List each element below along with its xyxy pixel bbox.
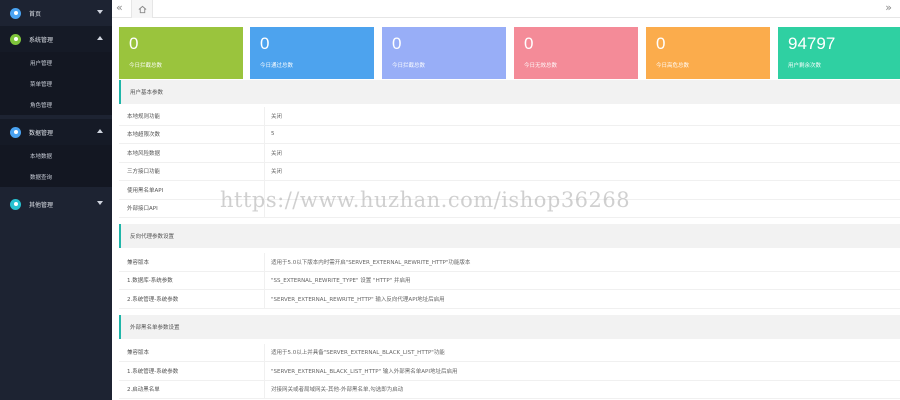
stat-value: 0 bbox=[392, 34, 402, 53]
table-row: 1.数据库-系统参数 "SS_EXTERNAL_REWRITE_TYPE" 设置… bbox=[119, 271, 900, 290]
sidebar-item-menus[interactable]: 菜单管理 bbox=[0, 73, 112, 94]
chevron-up-icon bbox=[97, 36, 103, 40]
sidebar-item-label: 首页 bbox=[29, 10, 42, 18]
tab-scroll-left-button[interactable]: « bbox=[116, 2, 123, 14]
stat-value: 0 bbox=[656, 34, 666, 53]
grid-icon bbox=[10, 198, 21, 210]
stat-card: 0 今日高危总数 bbox=[646, 27, 770, 79]
row-key: 2.系统管理-系统参数 bbox=[127, 296, 179, 303]
stat-cards: 0 今日拦截总数 0 今日通过总数 0 今日拦截总数 0 今日无效总数 0 今日… bbox=[119, 27, 900, 79]
row-key: 兼容版本 bbox=[127, 350, 150, 357]
row-value: "SERVER_EXTERNAL_BLACK_LIST_HTTP" 输入外部黑名… bbox=[264, 362, 900, 380]
home-icon bbox=[138, 5, 146, 13]
row-value: 关闭 bbox=[264, 144, 900, 162]
row-key: 本地规则功能 bbox=[127, 113, 161, 120]
table-row: 兼容版本 适用于5.0以下版本内时需开启"SERVER_EXTERNAL_REW… bbox=[119, 253, 900, 272]
row-key: 2.启动黑名单 bbox=[127, 387, 160, 394]
row-key: 1.数据库-系统参数 bbox=[127, 278, 173, 285]
stat-value: 94797 bbox=[788, 34, 836, 53]
database-icon bbox=[10, 126, 21, 138]
sidebar-item-local-data[interactable]: 本地数据 bbox=[0, 145, 112, 166]
row-key: 三方接口功能 bbox=[127, 169, 161, 176]
row-value: 适用于5.0以上并具备"SERVER_EXTERNAL_BLACK_LIST_H… bbox=[264, 343, 900, 361]
stat-caption: 今日通过总数 bbox=[260, 63, 294, 69]
sidebar-item-data-query[interactable]: 数据查询 bbox=[0, 166, 112, 187]
tab-scroll-right-button[interactable]: » bbox=[885, 2, 892, 14]
table-row: 本地规则功能 关闭 bbox=[119, 107, 900, 126]
sidebar-item-home[interactable]: 首页 bbox=[0, 0, 112, 26]
tab-bar: « » bbox=[112, 0, 900, 18]
row-value: 关闭 bbox=[264, 162, 900, 180]
section-title: 用户基本参数 bbox=[119, 80, 900, 104]
section-title: 反向代理参数设置 bbox=[119, 224, 900, 248]
watermark: https://www.huzhan.com/ishop36268 bbox=[220, 188, 631, 212]
home-icon bbox=[10, 7, 21, 19]
stat-caption: 今日拦截总数 bbox=[129, 63, 163, 69]
stat-caption: 今日拦截总数 bbox=[392, 63, 426, 69]
settings-icon bbox=[10, 33, 21, 45]
stat-card: 0 今日拦截总数 bbox=[119, 27, 243, 79]
row-value: "SERVER_EXTERNAL_REWRITE_HTTP" 输入反向代理API… bbox=[264, 290, 900, 308]
sidebar-item-other[interactable]: 其他管理 bbox=[0, 191, 112, 217]
submenu-system: 用户管理 菜单管理 角色管理 bbox=[0, 52, 112, 115]
main-content: 用户基本参数 本地规则功能 关闭 本地超限次数 5 本地风险数据 关闭 三方接口… bbox=[119, 80, 900, 399]
chevron-down-icon bbox=[97, 201, 103, 205]
chevron-up-icon bbox=[97, 129, 103, 133]
sidebar-item-label: 数据管理 bbox=[29, 129, 54, 137]
stat-card: 0 今日拦截总数 bbox=[382, 27, 506, 79]
stat-card: 94797 用户剩余次数 bbox=[778, 27, 900, 79]
stat-card: 0 今日通过总数 bbox=[250, 27, 374, 79]
table-row: 三方接口功能 关闭 bbox=[119, 162, 900, 181]
stat-caption: 今日高危总数 bbox=[656, 63, 690, 69]
submenu-data: 本地数据 数据查询 bbox=[0, 145, 112, 187]
sidebar: 首页 系统管理 用户管理 菜单管理 角色管理 数据管理 本地数据 数据查询 其他… bbox=[0, 0, 112, 400]
row-key: 本地超限次数 bbox=[127, 132, 161, 139]
row-value: "SS_EXTERNAL_REWRITE_TYPE" 设置 "HTTP" 并启用 bbox=[264, 271, 900, 289]
row-key: 本地风险数据 bbox=[127, 150, 161, 157]
row-value: 关闭 bbox=[264, 107, 900, 125]
table-row: 2.启动黑名单 对接网关或者局域网关-其他-外部黑名单,勾选即为启动 bbox=[119, 380, 900, 399]
stat-caption: 用户剩余次数 bbox=[788, 63, 822, 69]
tab-home[interactable] bbox=[131, 0, 153, 18]
chevron-down-icon bbox=[97, 10, 103, 14]
table-row: 2.系统管理-系统参数 "SERVER_EXTERNAL_REWRITE_HTT… bbox=[119, 290, 900, 309]
row-value: 5 bbox=[264, 125, 900, 143]
table-row: 本地风险数据 关闭 bbox=[119, 144, 900, 163]
table-row: 兼容版本 适用于5.0以上并具备"SERVER_EXTERNAL_BLACK_L… bbox=[119, 343, 900, 362]
stat-card: 0 今日无效总数 bbox=[514, 27, 638, 79]
row-value: 对接网关或者局域网关-其他-外部黑名单,勾选即为启动 bbox=[264, 380, 900, 398]
stat-caption: 今日无效总数 bbox=[524, 63, 558, 69]
sidebar-item-label: 系统管理 bbox=[29, 36, 54, 44]
stat-value: 0 bbox=[260, 34, 270, 53]
row-key: 兼容版本 bbox=[127, 259, 150, 266]
sidebar-item-label: 其他管理 bbox=[29, 201, 54, 209]
sidebar-item-system[interactable]: 系统管理 bbox=[0, 26, 112, 52]
table-row: 1.系统管理-系统参数 "SERVER_EXTERNAL_BLACK_LIST_… bbox=[119, 362, 900, 381]
row-key: 1.系统管理-系统参数 bbox=[127, 368, 179, 375]
sidebar-item-data[interactable]: 数据管理 bbox=[0, 119, 112, 145]
stat-value: 0 bbox=[524, 34, 534, 53]
stat-value: 0 bbox=[129, 34, 139, 53]
table-row: 本地超限次数 5 bbox=[119, 125, 900, 144]
section-title: 外部黑名单参数设置 bbox=[119, 314, 900, 339]
sidebar-item-users[interactable]: 用户管理 bbox=[0, 52, 112, 73]
sidebar-item-roles[interactable]: 角色管理 bbox=[0, 94, 112, 115]
row-value: 适用于5.0以下版本内时需开启"SERVER_EXTERNAL_REWRITE_… bbox=[264, 253, 900, 271]
